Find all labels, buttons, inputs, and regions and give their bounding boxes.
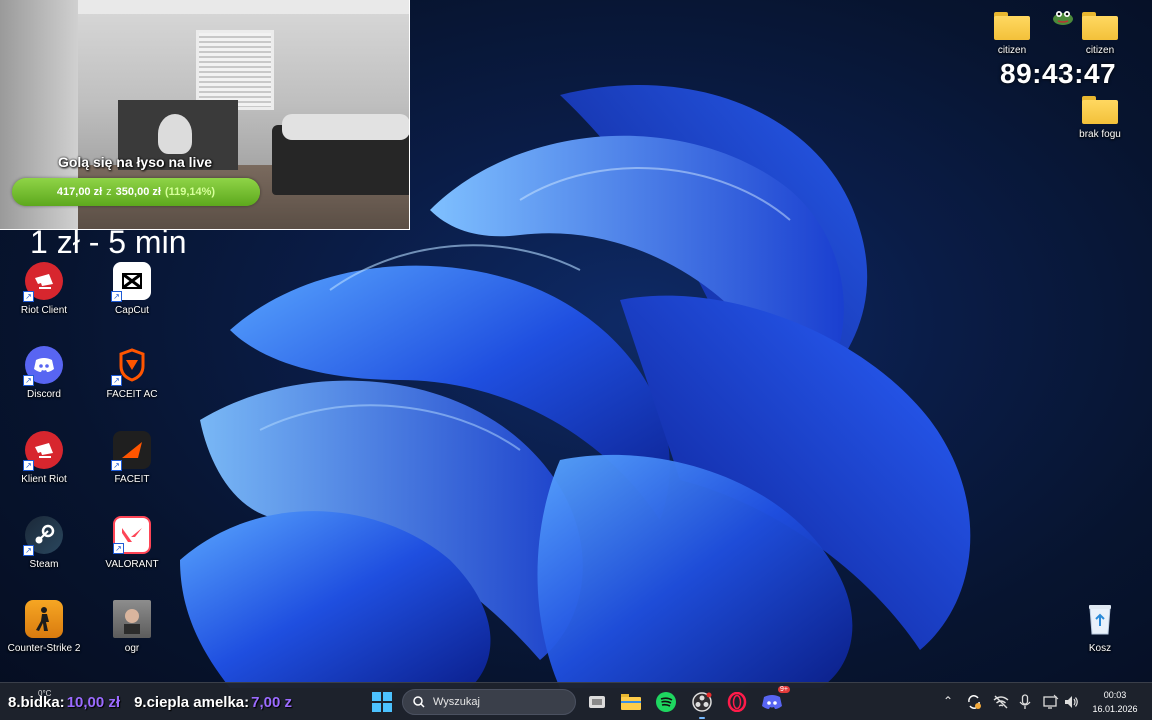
desktop-icon-discord[interactable]: ↗ Discord xyxy=(2,346,86,400)
desktop-icon-capcut[interactable]: ↗ CapCut xyxy=(90,262,174,316)
discord-badge: 9+ xyxy=(778,686,790,693)
faceit-ac-icon: ↗ xyxy=(111,346,151,386)
shortcut-arrow-icon: ↗ xyxy=(113,543,124,554)
tray-overflow-chevron-icon[interactable]: ⌃ xyxy=(943,694,953,708)
counter-strike-icon xyxy=(25,600,63,638)
frog-sticker-icon xyxy=(1053,11,1073,25)
start-button[interactable] xyxy=(370,690,394,714)
stream-timer: 89:43:47 xyxy=(1000,58,1117,89)
file-explorer-icon xyxy=(621,694,641,710)
icon-label: brak fogu xyxy=(1079,129,1121,140)
icon-label: Riot Client xyxy=(20,305,68,316)
capcut-icon: ↗ xyxy=(111,262,151,302)
taskbar-search[interactable]: Wyszukaj xyxy=(402,689,576,715)
clock-date: 16.01.2026 xyxy=(1092,704,1138,714)
taskbar-clock[interactable]: 00:03 16.01.2026 xyxy=(1086,688,1144,716)
desktop-icon-recycle-bin[interactable]: Kosz xyxy=(1058,600,1142,654)
task-view-icon xyxy=(589,696,605,708)
icon-label: ogr xyxy=(124,643,140,654)
desktop-folder-brak-fogu[interactable]: brak fogu xyxy=(1058,90,1142,140)
tray-microphone-icon[interactable] xyxy=(1019,694,1031,713)
icon-label: Kosz xyxy=(1088,643,1112,654)
folder-icon xyxy=(1082,12,1118,40)
shortcut-arrow-icon: ↗ xyxy=(23,291,34,302)
donation-goal-title: Golą się na łyso na live xyxy=(57,154,213,170)
goal-current: 417,00 zł xyxy=(56,186,103,198)
donation-goal-text: 417,00 zł z 350,00 zł (119,14%) xyxy=(12,178,260,206)
webcam-overlay: Golą się na łyso na live 417,00 zł z 350… xyxy=(0,0,410,230)
goal-percent: (119,14%) xyxy=(164,186,216,198)
riot-client-icon: ↗ xyxy=(23,262,63,302)
ticker-item-1-amount: 10,00 zł xyxy=(66,694,121,711)
icon-label: citizen xyxy=(1085,45,1115,56)
icon-label: Steam xyxy=(29,559,59,570)
desktop-icon-riot-client[interactable]: ↗ Riot Client xyxy=(2,262,86,316)
cam-ceiling xyxy=(78,0,409,14)
search-placeholder: Wyszukaj xyxy=(433,696,480,708)
desktop-icon-faceit-ac[interactable]: ↗ FACEIT AC xyxy=(90,346,174,400)
folder-icon xyxy=(994,12,1030,40)
taskbar-opera[interactable] xyxy=(725,690,749,714)
recycle-bin-icon xyxy=(1081,600,1119,638)
shortcut-arrow-icon: ↗ xyxy=(23,460,34,471)
cam-window xyxy=(196,30,274,110)
search-icon xyxy=(413,696,425,708)
active-indicator xyxy=(699,717,705,719)
photo-icon xyxy=(113,600,151,638)
spotify-icon xyxy=(656,692,676,712)
icon-label: citizen xyxy=(997,45,1027,56)
icon-label: FACEIT AC xyxy=(106,389,158,400)
tray-display-icon[interactable] xyxy=(1043,694,1059,713)
desktop-icon-ogr[interactable]: ogr xyxy=(90,600,174,654)
shortcut-arrow-icon: ↗ xyxy=(111,375,122,386)
windows-logo-icon xyxy=(372,692,392,712)
desktop-folder-citizen-1[interactable]: citizen xyxy=(970,6,1054,56)
icon-label: Counter-Strike 2 xyxy=(7,643,81,654)
opera-gx-icon xyxy=(727,692,747,712)
tray-network-off-icon[interactable] xyxy=(993,694,1009,713)
ticker-item-1-label: 8.bidka: xyxy=(8,694,65,711)
folder-icon xyxy=(1082,96,1118,124)
discord-icon xyxy=(762,695,782,709)
ticker-item-2-label: 9.ciepla amelka: xyxy=(134,694,250,711)
taskbar-spotify[interactable] xyxy=(654,690,678,714)
shortcut-arrow-icon: ↗ xyxy=(111,460,122,471)
valorant-icon: ↗ xyxy=(113,516,151,554)
cam-blanket xyxy=(282,114,409,140)
taskbar-file-explorer[interactable] xyxy=(619,690,643,714)
desktop-icon-faceit[interactable]: ↗ FACEIT xyxy=(90,431,174,485)
goal-target: 350,00 zł xyxy=(115,186,161,198)
donation-goal-bar: 417,00 zł z 350,00 zł (119,14%) xyxy=(12,178,260,206)
goal-separator: z xyxy=(106,186,112,198)
icon-label: CapCut xyxy=(115,305,149,316)
tray-sync-icon[interactable] xyxy=(966,694,982,713)
shortcut-arrow-icon: ↗ xyxy=(23,545,34,556)
faceit-icon: ↗ xyxy=(111,431,151,471)
task-view-button[interactable] xyxy=(585,690,609,714)
taskbar: 0°C 8.bidka: 10,00 zł 9.ciepla amelka: 7,00… xyxy=(0,682,1152,720)
ticker-item-2-amount: 7,00 z xyxy=(251,694,293,711)
taskbar-discord[interactable]: 9+ xyxy=(760,686,790,714)
desktop-icon-valorant[interactable]: ↗ VALORANT xyxy=(90,516,174,570)
shortcut-arrow-icon: ↗ xyxy=(23,375,34,386)
riot-client-icon: ↗ xyxy=(23,431,63,471)
icon-label: Discord xyxy=(27,389,61,400)
desktop-icon-steam[interactable]: ↗ Steam xyxy=(2,516,86,570)
tray-volume-icon[interactable] xyxy=(1063,694,1079,713)
obs-icon xyxy=(692,692,712,712)
donation-ticker: 8.bidka: 10,00 zł 9.ciepla amelka: 7,00 z xyxy=(8,694,306,711)
shortcut-arrow-icon: ↗ xyxy=(111,291,122,302)
steam-icon: ↗ xyxy=(23,516,63,556)
clock-time: 00:03 xyxy=(1103,690,1127,700)
desktop-icon-klient-riot[interactable]: ↗ Klient Riot xyxy=(2,431,86,485)
donation-rate-text: 1 zł - 5 min xyxy=(30,224,187,260)
taskbar-obs[interactable] xyxy=(690,690,714,719)
icon-label: VALORANT xyxy=(105,559,159,570)
icon-label: FACEIT xyxy=(114,474,150,485)
cam-person xyxy=(158,114,192,154)
icon-label: Klient Riot xyxy=(21,474,67,485)
discord-icon: ↗ xyxy=(23,346,63,386)
desktop-icon-counter-strike[interactable]: Counter-Strike 2 xyxy=(2,600,86,654)
